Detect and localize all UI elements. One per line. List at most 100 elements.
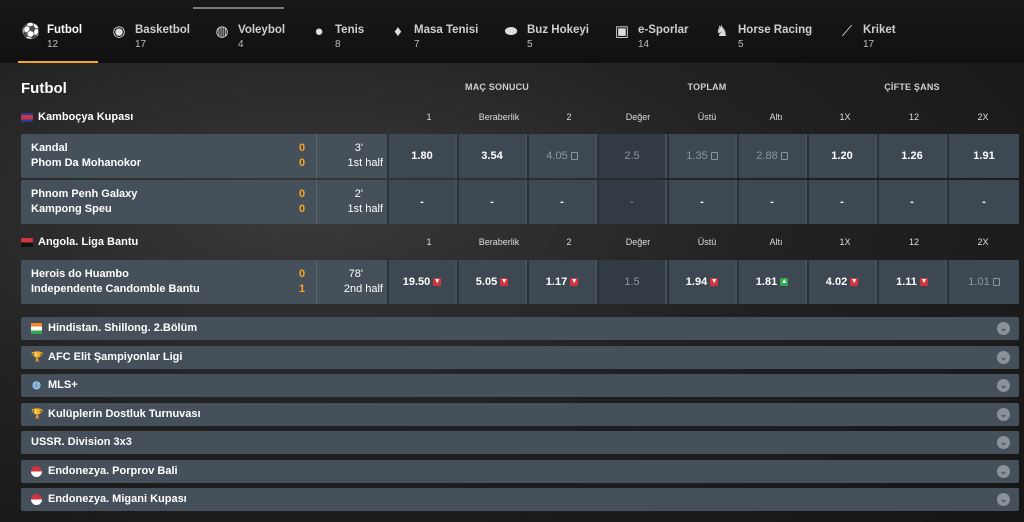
chevron-down-icon[interactable]: ⌄ [997, 379, 1010, 392]
divider [316, 134, 317, 178]
divider [316, 180, 317, 224]
divider [316, 260, 317, 304]
odds-cell[interactable]: 1.11 ▼ [877, 260, 945, 304]
odds-cell[interactable]: 1.26 [877, 134, 945, 178]
odds-cell[interactable]: - [947, 180, 1019, 224]
odds-cell[interactable]: 3.54 [457, 134, 525, 178]
odds-cell[interactable]: - [807, 180, 875, 224]
tab-masa-tenisi[interactable]: ♦ Masa Tenisi 7 [389, 16, 478, 63]
home-score: 0 [298, 188, 306, 200]
collapsed-league[interactable]: 🏆 Kulüplerin Dostluk Turnuvası ⌄ [21, 403, 1019, 426]
league-name: Hindistan. Shillong. 2.Bölüm [48, 322, 198, 334]
odds-value: 2.88 [756, 150, 778, 162]
arrow-down-icon: ▼ [433, 278, 442, 286]
odds-cell[interactable]: - [457, 180, 525, 224]
chevron-down-icon[interactable]: ⌄ [997, 322, 1010, 335]
collapsed-league[interactable]: Endonezya. Migani Kupası ⌄ [21, 488, 1019, 511]
tab-label: e-Sporlar [638, 24, 689, 36]
group-header-double: ÇİFTE ŞANS [884, 82, 940, 92]
odds-value: 2.5 [624, 150, 640, 162]
column-header: Altı [769, 237, 783, 247]
column-header: Üstü [697, 237, 717, 247]
column-header: 1X [839, 112, 851, 122]
tab-count: 8 [335, 39, 341, 50]
league-header: Angola. Liga Bantu 1 Beraberlik 2 Değer … [17, 233, 1019, 255]
match-row[interactable]: Kandal Phom Da Mohanokor 0 0 3' 1st half… [21, 134, 1019, 178]
odds-value: - [982, 196, 986, 208]
tab-basketbol[interactable]: ◉ Basketbol 17 [110, 16, 190, 63]
league-name: AFC Elit Şampiyonlar Ligi [48, 351, 183, 363]
odds-cell[interactable]: 1.17 ▼ [527, 260, 595, 304]
odds-cell[interactable]: 1.81 ▲ [737, 260, 805, 304]
indonesia-flag-icon [31, 493, 42, 505]
odds-cell[interactable]: - [877, 180, 945, 224]
chevron-down-icon[interactable]: ⌄ [997, 493, 1010, 506]
tab-label: Masa Tenisi [414, 24, 479, 36]
collapsed-league[interactable]: Hindistan. Shillong. 2.Bölüm ⌄ [21, 317, 1019, 340]
collapsed-league[interactable]: 🏆 AFC Elit Şampiyonlar Ligi ⌄ [21, 346, 1019, 369]
odds-value: 1.17 [545, 276, 568, 288]
odds-cell[interactable]: 1.91 [947, 134, 1019, 178]
basketball-icon: ◉ [112, 23, 126, 40]
odds-value: 4.02 [825, 276, 848, 288]
odds-cell-locked: 4.05 [527, 134, 595, 178]
soccer-ball-icon: ⚽ [21, 23, 41, 40]
odds-cell[interactable]: 19.50 ▼ [387, 260, 455, 304]
tab-horse-racing[interactable]: ♞ Horse Racing 5 [713, 16, 812, 63]
tab-tenis[interactable]: ● Tenis 8 [310, 16, 364, 63]
column-header: 2X [977, 237, 989, 247]
odds-cell[interactable]: 4.02 ▼ [807, 260, 875, 304]
odds-cell[interactable]: - [527, 180, 595, 224]
arrow-down-icon: ▼ [570, 278, 579, 286]
chevron-down-icon[interactable]: ⌄ [997, 436, 1010, 449]
odds-cell[interactable]: - [667, 180, 735, 224]
league-name: Endonezya. Migani Kupası [48, 493, 187, 505]
away-team: Independente Candomble Bantu [31, 283, 200, 295]
chevron-down-icon[interactable]: ⌄ [997, 465, 1010, 478]
odds-cell[interactable]: - [737, 180, 805, 224]
odds-cell[interactable]: 5.05 ▼ [457, 260, 525, 304]
odds-cell-locked: 1.35 [667, 134, 735, 178]
away-score: 1 [298, 283, 306, 295]
match-row[interactable]: Herois do Huambo Independente Candomble … [21, 260, 1019, 304]
odds-cell[interactable]: 1.20 [807, 134, 875, 178]
odds-handicap-cell: 2.5 [597, 134, 665, 178]
odds-value: 3.54 [481, 150, 503, 162]
odds-cell[interactable]: - [387, 180, 455, 224]
volleyball-icon: ◍ [215, 23, 229, 40]
match-period: 1st half [347, 157, 383, 169]
column-header: 2 [566, 237, 572, 247]
match-period: 2nd half [343, 283, 383, 295]
tab-e-sporlar[interactable]: ▣ e-Sporlar 14 [613, 16, 689, 63]
trophy-icon: 🏆 [31, 351, 44, 363]
odds-value: 5.05 [475, 276, 498, 288]
tab-count: 17 [863, 39, 875, 50]
odds-value: 4.05 [546, 150, 568, 162]
chevron-down-icon[interactable]: ⌄ [997, 408, 1010, 421]
match-row[interactable]: Phnom Penh Galaxy Kampong Speu 0 0 2' 1s… [21, 180, 1019, 224]
horse-icon: ♞ [715, 23, 729, 40]
collapsed-league[interactable]: Endonezya. Porprov Bali ⌄ [21, 460, 1019, 483]
gamepad-icon: ▣ [614, 23, 630, 40]
scroll-indicator [193, 7, 284, 9]
column-header: 1X [839, 237, 851, 247]
odds-cell[interactable]: 1.94 ▼ [667, 260, 735, 304]
tab-kriket[interactable]: ⟋ Kriket 17 [838, 16, 896, 63]
page-title: Futbol [21, 80, 67, 97]
collapsed-league[interactable]: ◍ MLS+ ⌄ [21, 374, 1019, 397]
chevron-down-icon[interactable]: ⌄ [997, 351, 1010, 364]
indonesia-flag-icon [31, 465, 42, 477]
tab-label: Futbol [47, 24, 83, 36]
tab-count: 5 [738, 39, 744, 50]
arrow-up-icon: ▲ [780, 278, 789, 286]
column-header: Değer [625, 112, 651, 122]
column-header: 12 [908, 112, 919, 122]
odds-cell[interactable]: 1.80 [387, 134, 455, 178]
tab-futbol[interactable]: ⚽ Futbol 12 [18, 16, 98, 63]
home-team: Phnom Penh Galaxy [31, 188, 138, 200]
tab-voleybol[interactable]: ◍ Voleybol 4 [213, 16, 285, 63]
tab-buz-hokeyi[interactable]: ⬬ Buz Hokeyi 5 [502, 16, 589, 63]
collapsed-league[interactable]: USSR. Division 3x3 ⌄ [21, 431, 1019, 454]
odds-handicap-cell: - [597, 180, 665, 224]
india-flag-icon [31, 322, 42, 334]
